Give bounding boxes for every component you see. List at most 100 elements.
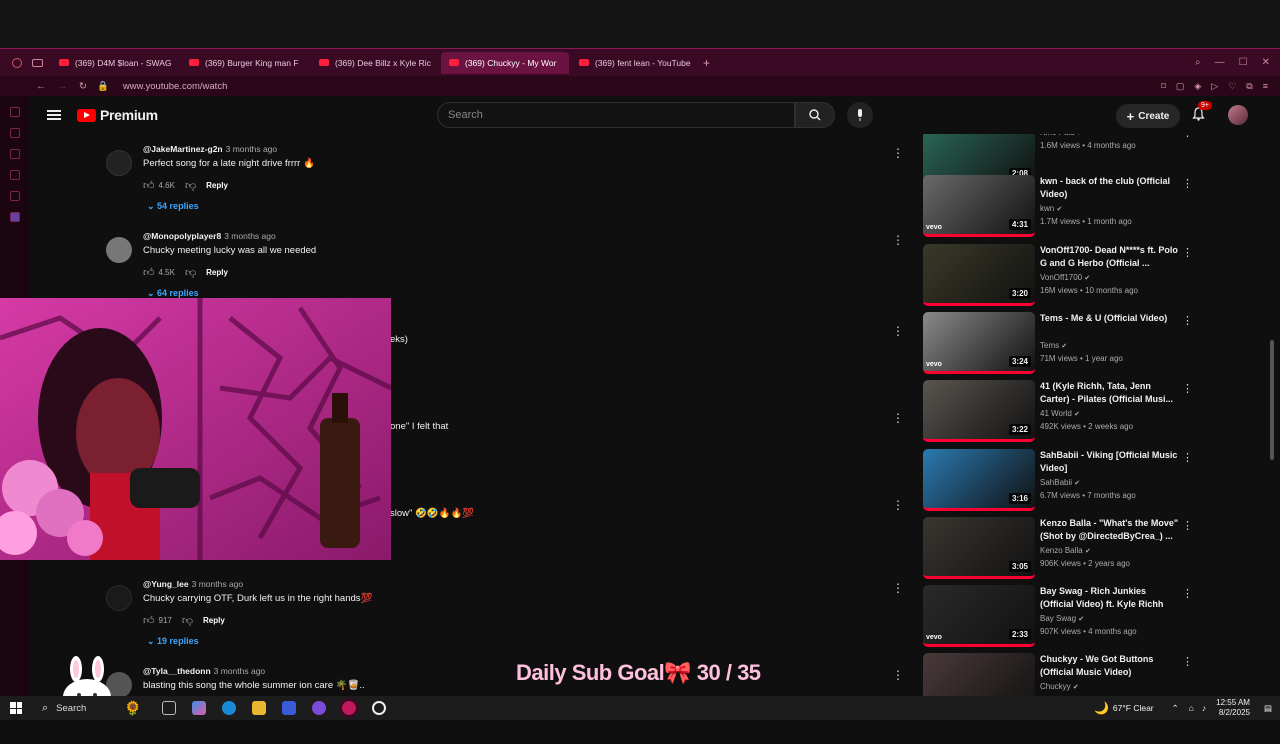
channel-name[interactable]: 41 World ✔ [1040,409,1080,418]
recommended-video[interactable]: 3:16 SahBabii - Viking [Official Music Vi… [922,449,1270,517]
comment-user[interactable]: @Monopolyplayer8 [143,231,221,241]
tab-4[interactable]: (369) fent lean - YouTube [571,52,699,74]
menu-burger-icon[interactable] [47,110,61,120]
comment-more-icon[interactable]: ⋮ [892,498,900,512]
channel-name[interactable]: Tems ✔ [1040,341,1067,350]
create-button[interactable]: + Create [1116,104,1180,128]
video-more-icon[interactable]: ⋮ [1182,134,1193,139]
video-more-icon[interactable]: ⋮ [1182,519,1193,532]
comment-user[interactable]: @Yung_lee [143,579,189,589]
video-title[interactable]: kwn - back of the club (Official Video) [1040,175,1180,201]
video-thumbnail[interactable]: vevo 2:33 [923,585,1035,647]
channel-name[interactable]: VonOff1700 ✔ [1040,273,1090,282]
bookmark-icon[interactable]: ⌑ [1161,81,1166,92]
close-window-icon[interactable]: ✕ [1262,57,1270,68]
network-icon[interactable]: ⌂ [1189,703,1194,713]
play-icon[interactable]: ▷ [1211,81,1218,92]
mic-button[interactable] [847,102,873,128]
comment-avatar[interactable] [106,150,132,176]
comment-avatar[interactable] [106,237,132,263]
video-thumbnail[interactable]: vevo 3:24 [923,312,1035,374]
task-view-icon[interactable] [161,701,176,715]
video-more-icon[interactable]: ⋮ [1182,177,1193,190]
channel-name[interactable]: Kenzo Balla ✔ [1040,546,1091,555]
comment-more-icon[interactable]: ⋮ [892,668,900,682]
dislike-icon[interactable]: 👎︎ [185,179,196,192]
recommended-video[interactable]: 3:05 Kenzo Balla - "What's the Move" (Sho… [922,517,1270,585]
opera-gx-icon[interactable] [338,698,359,718]
comment-more-icon[interactable]: ⋮ [892,233,900,247]
sidebar-icon-3[interactable] [10,149,20,159]
comment-avatar[interactable] [106,585,132,611]
like-icon[interactable]: 👍︎ [143,614,155,627]
like-icon[interactable]: 👍︎ [143,179,155,192]
recommended-video[interactable]: 3:22 41 (Kyle Richh, Tata, Jenn Carter) -… [922,380,1270,448]
video-more-icon[interactable]: ⋮ [1182,655,1193,668]
comment-user[interactable]: @JakeMartinez-g2n [143,144,223,154]
comment-more-icon[interactable]: ⋮ [892,146,900,160]
scrollbar[interactable] [1270,340,1274,460]
replies-toggle[interactable]: ⌄ 54 replies [147,201,199,212]
channel-name[interactable]: Bay Swag ✔ [1040,614,1084,623]
edge-icon[interactable] [221,701,236,715]
like-icon[interactable]: 👍︎ [143,266,155,279]
copilot-icon[interactable] [191,701,206,715]
clock[interactable]: 12:55 AM 8/2/2025 [1216,698,1250,718]
recommended-video[interactable]: vevo 3:24 Tems - Me & U (Official Video) Te… [922,312,1270,380]
search-button[interactable] [795,102,835,128]
sidebar-icon-2[interactable] [10,128,20,138]
tab-0[interactable]: (369) D4M $loan - SWAG [51,52,179,74]
video-title[interactable]: VonOff1700- Dead N****s ft. Polo G and G… [1040,244,1180,270]
comment-user[interactable]: @Tyla__thedonn [143,666,211,676]
video-more-icon[interactable]: ⋮ [1182,382,1193,395]
weather-text[interactable]: 67°F Clear [1113,703,1154,713]
video-title[interactable]: Kenzo Balla - "What's the Move" (Shot by… [1040,517,1180,543]
video-more-icon[interactable]: ⋮ [1182,314,1193,327]
sidebar-icon-twitch[interactable] [10,212,20,222]
video-thumbnail[interactable]: 3:16 [923,449,1035,511]
avatar[interactable] [1228,105,1248,125]
channel-name[interactable]: SahBabii ✔ [1040,478,1080,487]
sidebar-icon-5[interactable] [10,191,20,201]
dislike-icon[interactable]: 👎︎ [185,266,196,279]
tab-1[interactable]: (369) Burger King man F [181,52,309,74]
reply-button[interactable]: Reply [206,181,228,190]
channel-name[interactable]: kwn ✔ [1040,204,1062,213]
reload-icon[interactable]: ↻ [79,81,87,92]
video-more-icon[interactable]: ⋮ [1182,587,1193,600]
video-thumbnail[interactable]: 3:22 [923,380,1035,442]
search-tabs-icon[interactable]: ⌕ [1195,57,1201,68]
comment-time[interactable]: 3 months ago [214,666,266,676]
video-title[interactable]: Tems - Me & U (Official Video) [1040,312,1180,325]
url-field[interactable]: www.youtube.com/watch [123,81,228,92]
volume-icon[interactable]: ♪ [1202,703,1206,713]
comment-time[interactable]: 3 months ago [192,579,244,589]
extensions-icon[interactable]: ⧉ [1246,81,1252,92]
replies-toggle[interactable]: ⌄ 19 replies [147,636,199,647]
taskbar-search-icon[interactable]: ⌕ [42,702,48,715]
search-input[interactable]: Search [437,102,795,128]
new-tab-icon[interactable]: + [703,56,710,70]
video-title[interactable]: Chuckyy - We Got Buttons (Official Music… [1040,653,1180,679]
comment-time[interactable]: 3 months ago [224,231,276,241]
video-more-icon[interactable]: ⋮ [1182,246,1193,259]
comment-time[interactable]: 3 months ago [226,144,278,154]
forward-icon[interactable]: → [58,81,68,92]
youtube-logo[interactable]: Premium [77,107,158,123]
reply-button[interactable]: Reply [206,268,228,277]
obs-icon[interactable] [371,701,386,715]
channel-name[interactable]: Nino Paid ✔ [1040,134,1083,137]
tab-list-icon[interactable] [32,58,43,67]
recommended-video[interactable]: vevo 2:33 Bay Swag - Rich Junkies (Officia… [922,585,1270,653]
tray-chevron-icon[interactable]: ⌃ [1172,703,1179,714]
video-thumbnail[interactable]: vevo 4:31 [923,175,1035,237]
menu-icon[interactable]: ≡ [1263,81,1268,92]
comment-more-icon[interactable]: ⋮ [892,581,900,595]
video-title[interactable]: Bay Swag - Rich Junkies (Official Video)… [1040,585,1180,611]
video-title[interactable]: 41 (Kyle Richh, Tata, Jenn Carter) - Pil… [1040,380,1180,406]
video-thumbnail[interactable]: 3:20 [923,244,1035,306]
comment-more-icon[interactable]: ⋮ [892,324,900,338]
recommended-video[interactable]: vevo 4:31 kwn - back of the club (Official… [922,175,1270,243]
tab-3[interactable]: (369) Chuckyy - My Wor [441,51,569,74]
windows-start-icon[interactable] [10,702,22,714]
